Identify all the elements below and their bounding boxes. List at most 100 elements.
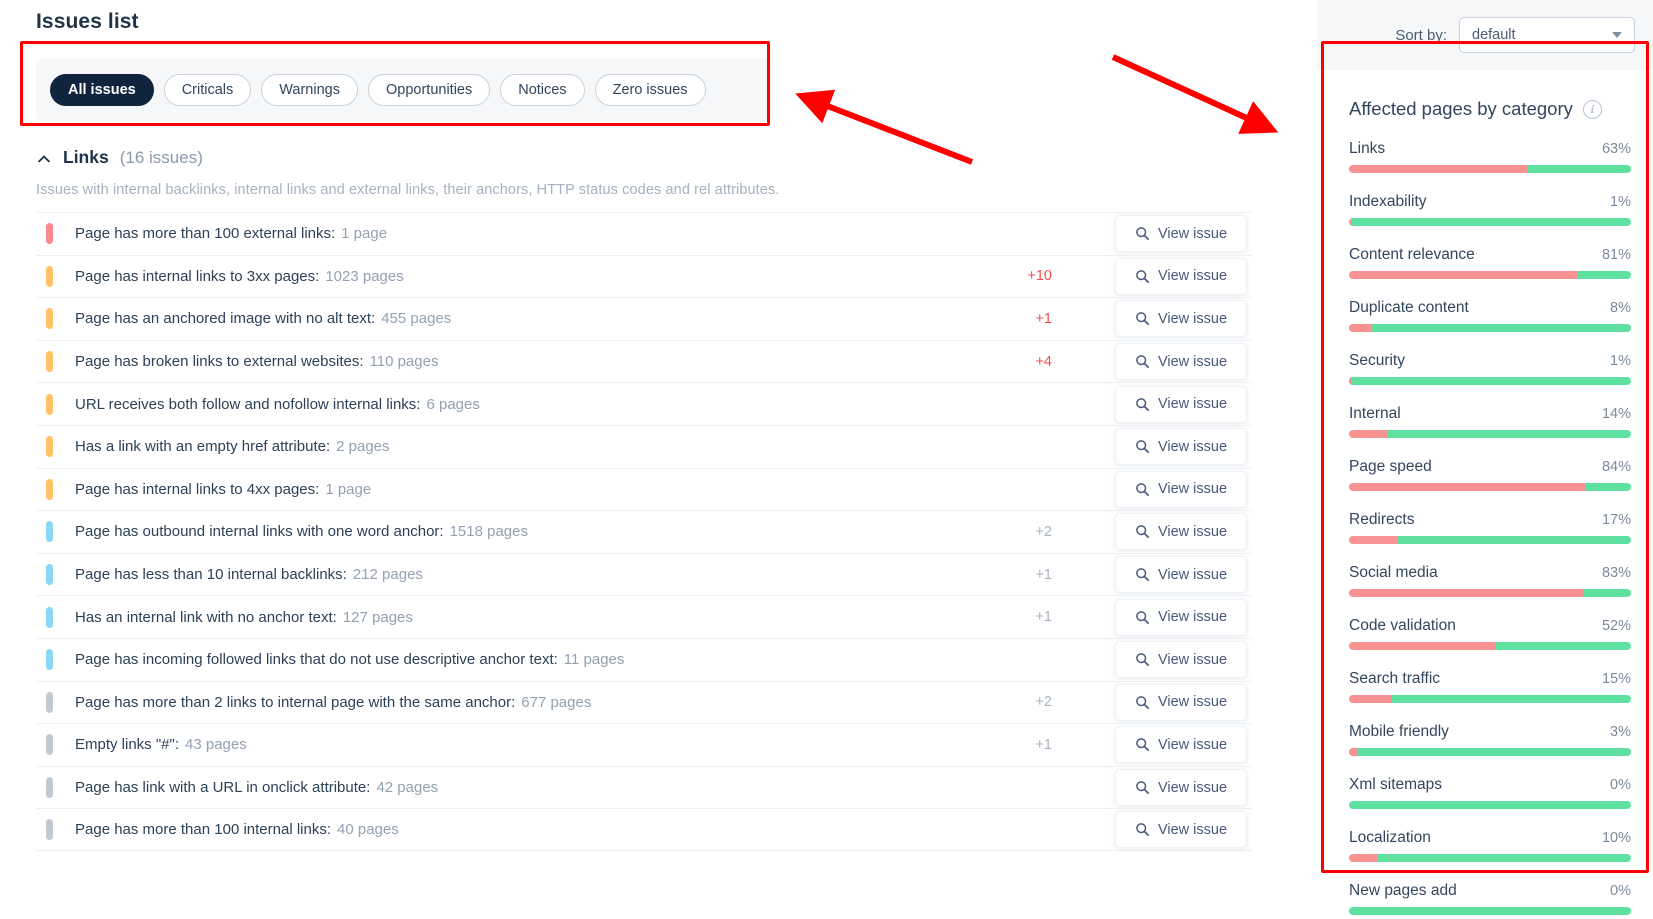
view-issue-label: View issue xyxy=(1157,694,1228,711)
category-name: Redirects xyxy=(1349,511,1415,528)
view-issue-label: View issue xyxy=(1157,481,1228,498)
view-issue-label: View issue xyxy=(1157,523,1228,540)
category-header: Indexability 1% xyxy=(1349,193,1631,211)
category-item: Internal 14% xyxy=(1349,405,1631,438)
section-header-links[interactable]: Links (16 issues) xyxy=(36,147,1285,168)
filter-chip-notices[interactable]: Notices xyxy=(500,74,585,106)
severity-indicator-zero xyxy=(46,777,53,799)
category-name: Xml sitemaps xyxy=(1349,776,1443,793)
category-name: Code validation xyxy=(1349,617,1456,634)
issue-row[interactable]: Page has link with a URL in onclick attr… xyxy=(36,765,1252,809)
issue-label: Page has more than 100 internal links: 40… xyxy=(75,821,399,839)
view-issue-button[interactable]: View issue xyxy=(1115,683,1247,721)
view-issue-button[interactable]: View issue xyxy=(1115,769,1247,807)
issue-row[interactable]: Page has outbound internal links with on… xyxy=(36,510,1252,553)
category-item: Security 1% xyxy=(1349,352,1631,385)
category-percent: 1% xyxy=(1610,194,1631,210)
issue-page-count: 455 pages xyxy=(381,310,452,328)
category-list: Links 63% Indexability 1% Content relevance 8… xyxy=(1349,140,1631,915)
view-issue-label: View issue xyxy=(1157,821,1228,838)
filter-chip-opportunities[interactable]: Opportunities xyxy=(367,74,491,106)
view-issue-label: View issue xyxy=(1157,779,1228,796)
filter-chip-criticals[interactable]: Criticals xyxy=(163,74,252,106)
info-icon[interactable]: i xyxy=(1582,99,1602,119)
issue-row[interactable]: Empty links "#": 43 pages +1 View issue xyxy=(36,723,1252,766)
category-header: Social media 83% xyxy=(1349,564,1631,582)
view-issue-button[interactable]: View issue xyxy=(1115,726,1247,764)
view-issue-button[interactable]: View issue xyxy=(1115,513,1247,551)
issue-row[interactable]: Page has internal links to 4xx pages: 1 p… xyxy=(36,467,1252,511)
issue-delta: +2 xyxy=(1035,523,1052,540)
issue-row[interactable]: Page has more than 100 external links: 1 … xyxy=(36,212,1252,255)
category-progress-bar xyxy=(1349,854,1631,862)
category-progress-bar xyxy=(1349,483,1631,491)
category-header: Internal 14% xyxy=(1349,405,1631,423)
sort-by-label: Sort by: xyxy=(1395,26,1447,44)
view-issue-button[interactable]: View issue xyxy=(1115,215,1247,253)
view-issue-button[interactable]: View issue xyxy=(1115,428,1247,466)
view-issue-label: View issue xyxy=(1157,268,1228,285)
view-issue-button[interactable]: View issue xyxy=(1115,556,1247,594)
issue-label: Has a link with an empty href attribute:… xyxy=(75,438,390,456)
issue-row[interactable]: Has a link with an empty href attribute:… xyxy=(36,424,1252,468)
sort-by-select[interactable]: default xyxy=(1459,17,1635,53)
issue-row[interactable]: Page has an anchored image with no alt t… xyxy=(36,297,1252,340)
category-header: Security 1% xyxy=(1349,352,1631,370)
category-percent: 17% xyxy=(1601,512,1631,528)
issue-label: Empty links "#": 43 pages xyxy=(75,736,247,754)
category-progress-bar xyxy=(1349,695,1631,703)
filter-chip-all-issues[interactable]: All issues xyxy=(50,74,154,106)
issue-row[interactable]: Page has broken links to external websit… xyxy=(36,339,1252,383)
view-issue-button[interactable]: View issue xyxy=(1115,641,1247,679)
filter-chip-zero-issues[interactable]: Zero issues xyxy=(594,74,706,106)
severity-indicator-warning xyxy=(46,308,53,330)
issue-delta: +4 xyxy=(1035,353,1052,370)
category-item: Links 63% xyxy=(1349,140,1631,173)
category-progress-bar xyxy=(1349,642,1631,650)
view-issue-button[interactable]: View issue xyxy=(1115,343,1247,381)
severity-indicator-warning xyxy=(46,478,53,500)
view-issue-button[interactable]: View issue xyxy=(1115,300,1247,338)
issue-label: Page has broken links to external websit… xyxy=(75,353,439,371)
issue-page-count: 1518 pages xyxy=(449,523,528,541)
search-icon xyxy=(1135,567,1150,582)
category-item: Duplicate content 8% xyxy=(1349,299,1631,332)
issue-row[interactable]: Page has incoming followed links that do… xyxy=(36,637,1252,681)
search-icon xyxy=(1135,737,1150,752)
category-name: Mobile friendly xyxy=(1349,723,1449,740)
category-header: Duplicate content 8% xyxy=(1349,299,1631,317)
issue-row[interactable]: Page has more than 100 internal links: 40… xyxy=(36,808,1252,851)
category-progress-fill xyxy=(1349,536,1397,544)
category-item: Page speed 84% xyxy=(1349,458,1631,491)
category-progress-fill xyxy=(1349,271,1578,279)
view-issue-button[interactable]: View issue xyxy=(1115,385,1247,423)
category-progress-bar xyxy=(1349,165,1631,173)
view-issue-button[interactable]: View issue xyxy=(1115,811,1247,849)
affected-pages-title: Affected pages by category xyxy=(1349,98,1573,119)
issue-row[interactable]: Page has more than 2 links to internal p… xyxy=(36,680,1252,724)
category-header: Redirects 17% xyxy=(1349,511,1631,529)
category-percent: 3% xyxy=(1610,724,1631,740)
category-name: Localization xyxy=(1349,829,1431,846)
view-issue-button[interactable]: View issue xyxy=(1115,257,1247,295)
category-header: Links 63% xyxy=(1349,140,1631,158)
filter-chip-warnings[interactable]: Warnings xyxy=(261,74,358,106)
severity-indicator-warning xyxy=(46,393,53,415)
view-issue-button[interactable]: View issue xyxy=(1115,598,1247,636)
view-issue-button[interactable]: View issue xyxy=(1115,470,1247,508)
category-percent: 63% xyxy=(1601,141,1631,157)
severity-indicator-critical xyxy=(46,223,53,245)
category-percent: 1% xyxy=(1610,353,1631,369)
issue-row[interactable]: URL receives both follow and nofollow in… xyxy=(36,382,1252,425)
view-issue-label: View issue xyxy=(1157,310,1228,327)
issue-row[interactable]: Page has internal links to 3xx pages: 102… xyxy=(36,254,1252,298)
page-title: Issues list xyxy=(36,10,139,33)
issue-list: Page has more than 100 external links: 1 … xyxy=(36,212,1252,851)
category-percent: 52% xyxy=(1601,618,1631,634)
issue-page-count: 40 pages xyxy=(337,821,399,839)
issue-row[interactable]: Page has less than 10 internal backlinks… xyxy=(36,552,1252,596)
category-name: Internal xyxy=(1349,405,1401,422)
category-name: New pages add xyxy=(1349,882,1457,899)
severity-indicator-notice xyxy=(46,564,53,586)
issue-row[interactable]: Has an internal link with no anchor text… xyxy=(36,595,1252,638)
